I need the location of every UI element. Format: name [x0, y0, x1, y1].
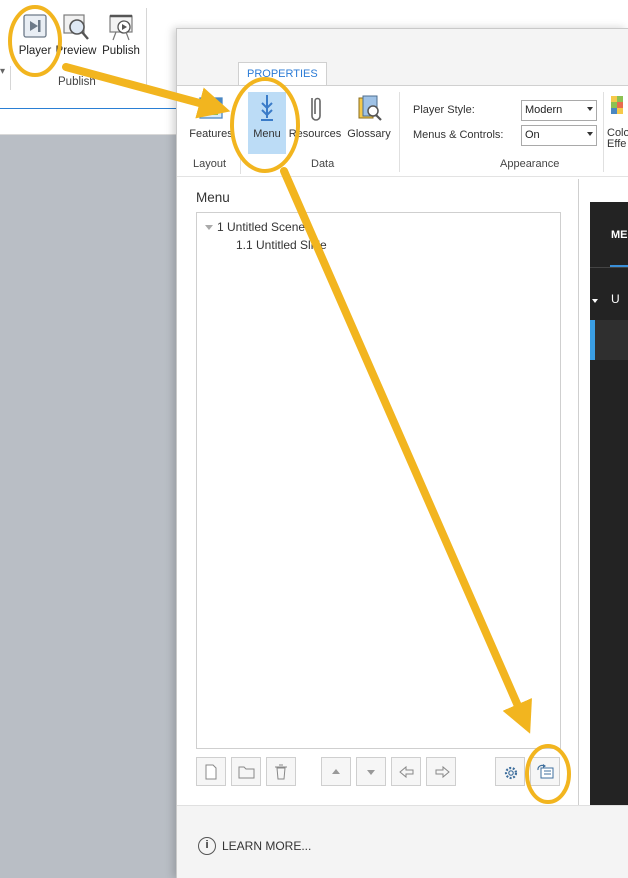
player-label: Player [18, 45, 52, 57]
colors-effects-label: Colo Effe [607, 127, 628, 150]
publish-group-label: Publish [58, 76, 96, 88]
outdent-button[interactable] [391, 757, 421, 786]
player-style-label: Player Style: [413, 104, 475, 116]
menu-label: Menu [253, 128, 281, 140]
layout-group-label: Layout [193, 158, 227, 170]
preview-label: Preview [55, 45, 97, 57]
preview-selected-slide [590, 320, 628, 360]
features-button[interactable]: Features [187, 92, 235, 154]
ribbon-divider [240, 154, 241, 174]
dialog-footer: i LEARN MORE... [177, 805, 628, 878]
resources-label: Resources [288, 128, 342, 140]
dialog-ribbon: Features Menu Resources Glossary Layout … [177, 85, 628, 177]
publish-icon [107, 12, 135, 42]
tree-item-slide[interactable]: 1.1 Untitled Slide [236, 238, 327, 252]
appearance-group-label: Appearance [500, 158, 560, 170]
tree-item-scene[interactable]: 1 Untitled Scene [217, 220, 305, 234]
reset-menu-icon [537, 764, 554, 779]
move-up-icon [332, 769, 340, 774]
preview-icon [62, 12, 90, 42]
ribbon-divider [146, 8, 147, 90]
learn-more-label: LEARN MORE... [222, 839, 312, 853]
player-preview-pane: ME U [590, 202, 628, 805]
publish-button[interactable]: Publish [98, 12, 144, 57]
player-button[interactable]: Player [12, 12, 58, 57]
menus-controls-value: On [525, 129, 540, 141]
glossary-icon [354, 92, 384, 124]
glossary-label: Glossary [347, 128, 391, 140]
ribbon-bottom-accent [0, 108, 180, 109]
ribbon-divider [10, 66, 11, 90]
preview-menu-tab: ME [611, 229, 628, 241]
colors-effects-button[interactable]: Colo Effe [605, 92, 628, 154]
preview-divider [590, 267, 628, 268]
outdent-icon [399, 765, 414, 779]
player-style-value: Modern [525, 104, 563, 116]
open-button[interactable] [231, 757, 261, 786]
info-icon: i [198, 837, 216, 855]
settings-gear-icon [504, 766, 518, 780]
new-item-button[interactable] [196, 757, 226, 786]
preview-button[interactable]: Preview [53, 12, 99, 57]
chevron-down-icon [587, 107, 593, 111]
reset-menu-button[interactable] [530, 757, 560, 786]
features-label: Features [189, 128, 233, 140]
indent-icon [435, 765, 450, 779]
menu-tree: 1 Untitled Scene 1.1 Untitled Slide [196, 212, 561, 749]
menu-icon [252, 92, 282, 124]
resources-icon [300, 92, 330, 124]
player-properties-dialog: PROPERTIES Features Menu Resources Gloss… [176, 28, 628, 878]
open-folder-icon [238, 766, 255, 779]
ribbon-scroll-marker: ▾ [0, 66, 6, 77]
panel-splitter[interactable] [578, 179, 579, 805]
trash-icon [275, 764, 287, 780]
move-up-button[interactable] [321, 757, 351, 786]
move-down-icon [367, 770, 375, 775]
tree-expand-icon[interactable] [205, 225, 213, 230]
move-down-button[interactable] [356, 757, 386, 786]
preview-scene-row: U [611, 292, 620, 306]
menu-settings-button[interactable] [495, 757, 525, 786]
player-icon [21, 12, 49, 42]
chevron-down-icon [587, 132, 593, 136]
menus-controls-label: Menus & Controls: [413, 129, 504, 141]
ribbon-divider [399, 92, 400, 172]
menus-controls-select[interactable]: On [521, 125, 597, 146]
indent-button[interactable] [426, 757, 456, 786]
menu-button[interactable]: Menu [248, 92, 286, 154]
publish-label: Publish [102, 45, 140, 57]
glossary-button[interactable]: Glossary [345, 92, 393, 154]
preview-expand-icon [592, 299, 598, 303]
new-page-icon [205, 764, 217, 780]
colors-effects-icon [609, 92, 628, 124]
ribbon-divider [603, 92, 604, 172]
resources-button[interactable]: Resources [288, 92, 342, 154]
features-icon [196, 92, 226, 124]
data-group-label: Data [311, 158, 335, 170]
menu-panel-title: Menu [196, 190, 230, 205]
delete-button[interactable] [266, 757, 296, 786]
tab-properties[interactable]: PROPERTIES [238, 62, 327, 86]
dialog-header: PROPERTIES [177, 29, 628, 86]
player-style-select[interactable]: Modern [521, 100, 597, 121]
